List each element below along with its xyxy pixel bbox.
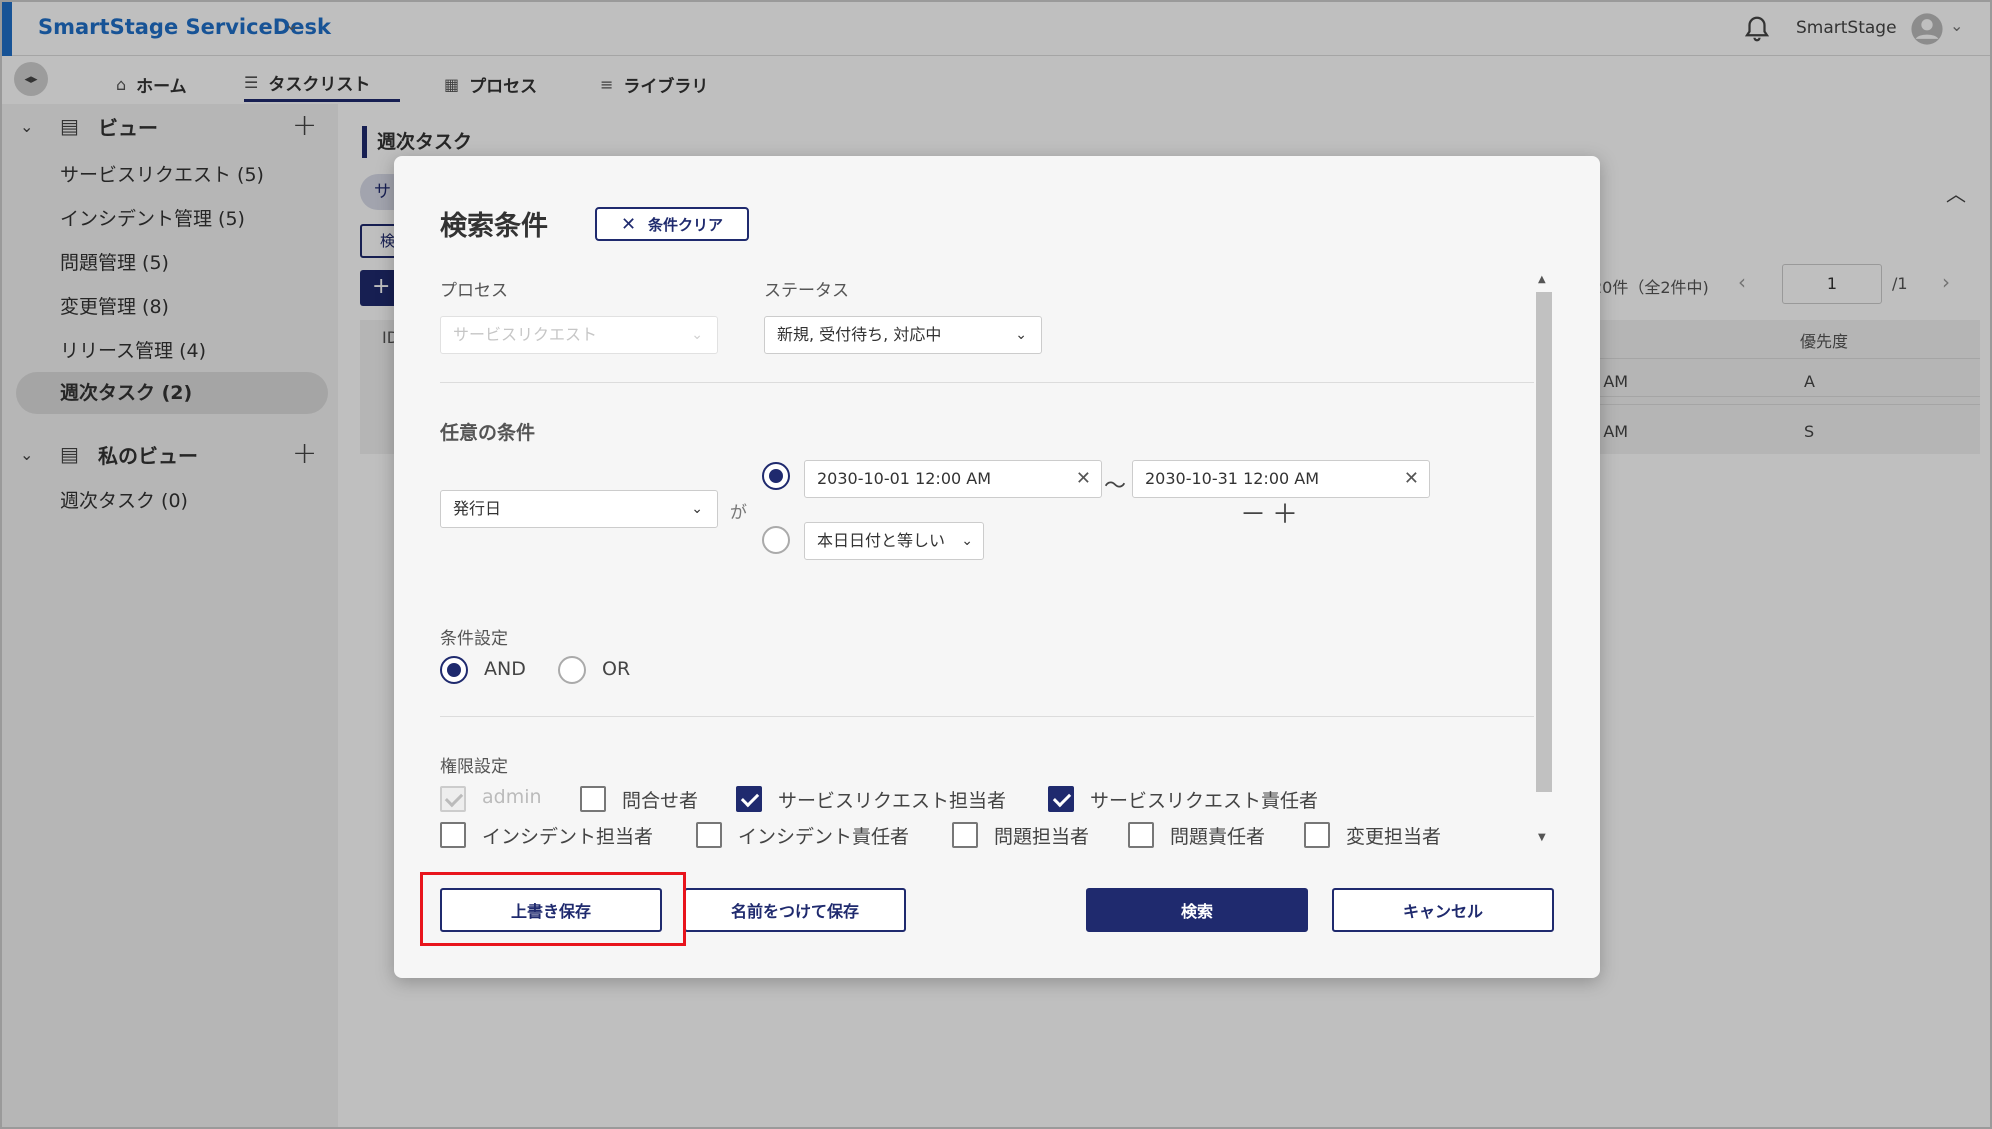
clear-conditions-button[interactable]: ✕ 条件クリア [595, 207, 749, 241]
checkbox-inquirer[interactable] [580, 786, 606, 812]
checkbox-service-request-manager[interactable] [1048, 786, 1074, 812]
condition-setting-label: 条件設定 [440, 629, 508, 649]
or-label: OR [602, 658, 631, 680]
scroll-up-icon[interactable]: ▲ [1538, 274, 1546, 285]
checkbox-label: 問題担当者 [994, 826, 1090, 848]
app-window: SmartStage ServiceDesk ⌄ SmartStage ⌄ ◂▸… [0, 0, 1992, 1129]
checkbox-incident-assignee[interactable] [440, 822, 466, 848]
date-from-input[interactable]: 2030-10-01 12:00 AM ✕ [804, 460, 1102, 498]
close-icon[interactable]: ✕ [1404, 461, 1419, 497]
checkbox-problem-manager[interactable] [1128, 822, 1154, 848]
range-separator: 〜 [1104, 474, 1127, 499]
date-to-input[interactable]: 2030-10-31 12:00 AM ✕ [1132, 460, 1430, 498]
checkbox-label: サービスリクエスト責任者 [1090, 790, 1319, 812]
status-label: ステータス [764, 281, 849, 301]
condition-row-ops[interactable]: －＋ [1240, 494, 1304, 531]
checkbox-label: インシデント責任者 [738, 826, 910, 848]
chevron-down-icon: ⌄ [1015, 327, 1027, 343]
date-range-radio[interactable] [762, 462, 790, 490]
chevron-down-icon: ⌄ [691, 327, 703, 343]
dialog-title: 検索条件 [440, 211, 548, 242]
today-radio[interactable] [762, 526, 790, 554]
process-label: プロセス [440, 281, 508, 301]
and-label: AND [484, 658, 526, 680]
chevron-down-icon: ⌄ [961, 533, 973, 549]
permission-setting-label: 権限設定 [440, 757, 508, 777]
scrollbar-thumb[interactable] [1536, 292, 1552, 792]
status-select[interactable]: 新規, 受付待ち, 対応中 ⌄ [764, 316, 1042, 354]
section-divider [440, 382, 1534, 383]
condition-field-select[interactable]: 発行日 ⌄ [440, 490, 718, 528]
checkbox-change-assignee[interactable] [1304, 822, 1330, 848]
close-icon: ✕ [620, 213, 637, 235]
checkbox-problem-assignee[interactable] [952, 822, 978, 848]
section-divider [440, 716, 1534, 717]
process-select: サービスリクエスト ⌄ [440, 316, 718, 354]
condition-connector: が [730, 503, 747, 523]
search-conditions-dialog: 検索条件 ✕ 条件クリア プロセス サービスリクエスト ⌄ ステータス 新規, … [394, 156, 1600, 978]
and-radio[interactable] [440, 656, 468, 684]
checkbox-label: 変更担当者 [1346, 826, 1442, 848]
checkbox-label: サービスリクエスト担当者 [778, 790, 1007, 812]
dialog-scrollbar[interactable]: ▲ ▼ [1534, 274, 1554, 852]
chevron-down-icon: ⌄ [691, 501, 703, 517]
checkbox-label: admin [482, 786, 542, 808]
optional-conditions-title: 任意の条件 [440, 422, 536, 444]
scroll-down-icon[interactable]: ▼ [1538, 832, 1546, 843]
checkbox-label: 問題責任者 [1170, 826, 1266, 848]
close-icon[interactable]: ✕ [1076, 461, 1091, 497]
today-option-select[interactable]: 本日日付と等しい ⌄ [804, 522, 984, 560]
checkbox-service-request-assignee[interactable] [736, 786, 762, 812]
cancel-button[interactable]: キャンセル [1332, 888, 1554, 932]
save-as-button[interactable]: 名前をつけて保存 [684, 888, 906, 932]
checkbox-label: 問合せ者 [622, 790, 699, 812]
search-button[interactable]: 検索 [1086, 888, 1308, 932]
checkbox-label: インシデント担当者 [482, 826, 654, 848]
or-radio[interactable] [558, 656, 586, 684]
checkbox-admin [440, 786, 466, 812]
checkbox-incident-manager[interactable] [696, 822, 722, 848]
highlight-box [420, 872, 686, 946]
